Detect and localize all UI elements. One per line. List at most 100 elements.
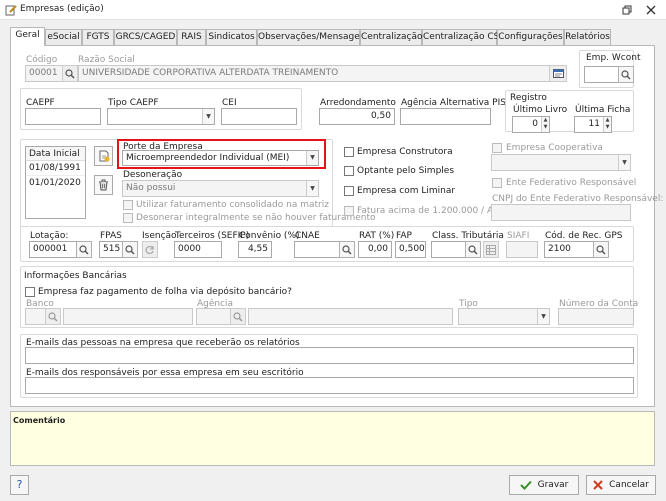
optante-simples-checkbox[interactable]: [344, 166, 354, 176]
search-icon: [79, 244, 89, 255]
help-button[interactable]: ?: [10, 475, 29, 495]
search-icon: [125, 244, 135, 255]
folha-deposito-label: Empresa faz pagamento de folha via depós…: [38, 287, 292, 297]
numero-conta-field[interactable]: [558, 308, 634, 325]
class-tributaria-label: Class. Tributária: [432, 231, 504, 241]
class-tributaria-list-button[interactable]: [483, 241, 499, 258]
tipo-select[interactable]: ▼: [458, 308, 550, 325]
tab-configuracoes[interactable]: Configurações: [497, 29, 564, 45]
emp-wcont-search-button[interactable]: [618, 66, 634, 83]
razao-social-detail-button[interactable]: [549, 65, 567, 82]
convenio-field[interactable]: 4,55: [238, 241, 272, 258]
tipo-caepf-select[interactable]: ▼: [107, 108, 215, 125]
lotacao-search-button[interactable]: [76, 241, 92, 258]
empresa-construtora-label: Empresa Construtora: [357, 147, 453, 157]
emails-responsaveis-field[interactable]: [25, 377, 634, 394]
tab-fgts[interactable]: FGTS: [82, 29, 114, 45]
tab-esocial[interactable]: eSocial: [45, 29, 82, 45]
ultima-ficha-label: Última Ficha: [575, 105, 631, 115]
tab-observacoes[interactable]: Observações/Mensagens: [257, 29, 370, 45]
terceiros-field[interactable]: 0000: [174, 241, 222, 258]
agencia-code-field[interactable]: [196, 308, 231, 325]
rat-field[interactable]: 0,00: [358, 241, 392, 258]
cnae-search-button[interactable]: [339, 241, 355, 258]
stepper-arrows-icon[interactable]: ▲ ▼: [603, 117, 611, 132]
list-item[interactable]: 01/01/2020: [26, 176, 85, 191]
emails-pessoas-field[interactable]: [25, 347, 634, 364]
ultimo-livro-value: 0: [532, 119, 538, 129]
cod-rec-gps-search-button[interactable]: [593, 241, 609, 258]
cei-field[interactable]: [221, 108, 297, 125]
fpas-label: FPAS: [100, 231, 122, 241]
fatura-acima-label: Fatura acima de 1.200.000 / Ano: [357, 206, 505, 216]
ultima-ficha-field[interactable]: 11 ▲ ▼: [574, 116, 612, 133]
porte-empresa-select[interactable]: Microempreendedor Individual (MEI) ▼: [122, 150, 319, 166]
arredondamento-field[interactable]: 0,50: [319, 108, 395, 125]
caepf-field[interactable]: [25, 108, 101, 125]
utilizar-faturamento-checkbox[interactable]: [123, 200, 133, 210]
fpas-field[interactable]: 515: [99, 241, 123, 258]
fpas-search-button[interactable]: [122, 241, 138, 258]
desoneracao-label: Desoneração: [123, 170, 183, 180]
ultima-ficha-value: 11: [588, 119, 600, 129]
ultimo-livro-field[interactable]: 0 ▲ ▼: [512, 116, 550, 133]
delete-date-button[interactable]: [94, 175, 113, 195]
cancelar-label: Cancelar: [609, 480, 649, 490]
emp-wcont-label: Emp. Wcont: [586, 53, 641, 63]
codigo-search-button[interactable]: [62, 65, 78, 82]
add-date-button[interactable]: [94, 146, 113, 166]
empresa-cooperativa-checkbox[interactable]: [492, 143, 502, 153]
search-icon: [596, 244, 606, 255]
ente-federativo-checkbox[interactable]: [492, 178, 502, 188]
lotacao-field[interactable]: 000001: [29, 241, 77, 258]
comentario-area[interactable]: Comentário: [10, 411, 655, 466]
agencia-alt-pis-field[interactable]: [400, 108, 491, 125]
fatura-acima-checkbox[interactable]: [344, 206, 354, 216]
class-tributaria-field[interactable]: [431, 241, 466, 258]
grid-icon: [486, 244, 496, 255]
empresa-construtora-checkbox[interactable]: [344, 147, 354, 157]
tab-geral[interactable]: Geral: [10, 27, 45, 46]
cnae-field[interactable]: [294, 241, 340, 258]
rat-label: RAT (%): [359, 231, 395, 241]
banco-name-field[interactable]: [63, 308, 193, 325]
agencia-name-field[interactable]: [248, 308, 453, 325]
lotacao-label: Lotação:: [30, 231, 69, 241]
tab-rais[interactable]: RAIS: [177, 29, 206, 45]
data-inicial-list[interactable]: Data Inicial 01/08/1991 01/01/2020: [25, 146, 86, 219]
cancelar-button[interactable]: Cancelar: [586, 475, 656, 495]
desoneracao-select[interactable]: Não possui ▼: [122, 180, 319, 197]
cnpj-ente-label: CNPJ do Ente Federativo Responsável:: [492, 194, 664, 204]
class-tributaria-search-button[interactable]: [465, 241, 481, 258]
cnpj-ente-field[interactable]: [491, 204, 631, 221]
tab-relatorios[interactable]: Relatórios: [564, 29, 611, 45]
codigo-field[interactable]: 00001: [25, 65, 63, 82]
isencao-button[interactable]: [142, 241, 158, 258]
search-icon: [468, 244, 478, 255]
banco-search-button[interactable]: [45, 308, 61, 325]
stepper-arrows-icon[interactable]: ▲ ▼: [541, 117, 549, 132]
search-icon: [621, 69, 631, 80]
banco-code-field[interactable]: [25, 308, 46, 325]
empresa-liminar-checkbox[interactable]: [344, 186, 354, 196]
folha-deposito-checkbox[interactable]: [25, 287, 35, 297]
utilizar-faturamento-label: Utilizar faturamento consolidado na matr…: [136, 200, 329, 210]
restore-icon[interactable]: [622, 5, 632, 15]
caepf-label: CAEPF: [26, 98, 55, 108]
razao-social-field[interactable]: UNIVERSIDADE CORPORATIVA ALTERDATA TREIN…: [78, 65, 567, 82]
tab-centralizacao-cs[interactable]: Centralização CS: [422, 29, 499, 45]
cooperativa-select[interactable]: ▼: [491, 154, 631, 171]
agencia-search-button[interactable]: [230, 308, 246, 325]
cod-rec-gps-field[interactable]: 2100: [544, 241, 594, 258]
search-icon: [65, 68, 75, 79]
tab-centralizacao[interactable]: Centralização: [360, 29, 422, 45]
close-icon[interactable]: [646, 5, 656, 15]
list-item[interactable]: 01/08/1991: [26, 161, 85, 176]
gravar-button[interactable]: Gravar: [509, 475, 579, 495]
siafi-field[interactable]: [506, 241, 538, 258]
desonerar-checkbox[interactable]: [123, 213, 133, 223]
emp-wcont-field[interactable]: [584, 66, 619, 83]
fap-field[interactable]: 0,5000: [395, 241, 426, 258]
tab-grcs-caged[interactable]: GRCS/CAGED: [114, 29, 177, 45]
tab-sindicatos[interactable]: Sindicatos: [206, 29, 257, 45]
